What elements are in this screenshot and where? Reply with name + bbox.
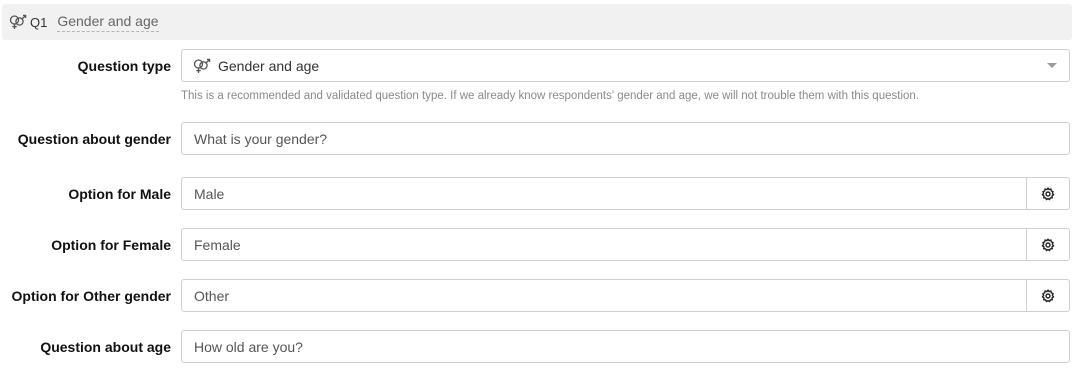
- option-female-input[interactable]: Female: [181, 228, 1070, 261]
- option-female-value: Female: [194, 236, 241, 253]
- gender-icon: [8, 14, 28, 30]
- option-other-value: Other: [194, 287, 230, 304]
- option-male-settings-button[interactable]: [1026, 178, 1069, 209]
- age-question-label: Question about age: [40, 339, 171, 355]
- option-male-input[interactable]: Male: [181, 177, 1070, 210]
- question-title[interactable]: Gender and age: [57, 13, 159, 32]
- option-other-input[interactable]: Other: [181, 279, 1070, 312]
- age-question-value: How old are you?: [194, 338, 303, 355]
- gender-icon: [192, 58, 212, 74]
- question-type-label: Question type: [77, 58, 171, 74]
- option-male-value: Male: [194, 185, 225, 202]
- option-other-settings-button[interactable]: [1026, 280, 1069, 311]
- question-type-hint: This is a recommended and validated ques…: [181, 90, 919, 102]
- age-question-input[interactable]: How old are you?: [181, 330, 1070, 363]
- question-type-select[interactable]: Gender and age: [181, 49, 1070, 82]
- gender-question-input[interactable]: What is your gender?: [181, 122, 1070, 155]
- gender-question-label: Question about gender: [17, 131, 171, 147]
- gear-icon: [1041, 237, 1055, 251]
- chevron-down-icon[interactable]: [1047, 63, 1057, 68]
- option-male-label: Option for Male: [68, 186, 171, 202]
- gear-icon: [1041, 186, 1055, 200]
- option-other-label: Option for Other gender: [11, 288, 171, 304]
- question-type-value: Gender and age: [218, 57, 320, 74]
- gear-icon: [1041, 288, 1055, 302]
- question-header: Q1 Gender and age: [2, 4, 1072, 40]
- option-female-settings-button[interactable]: [1026, 229, 1069, 260]
- gender-question-value: What is your gender?: [194, 130, 328, 147]
- question-number: Q1: [30, 14, 48, 30]
- option-female-label: Option for Female: [51, 237, 171, 253]
